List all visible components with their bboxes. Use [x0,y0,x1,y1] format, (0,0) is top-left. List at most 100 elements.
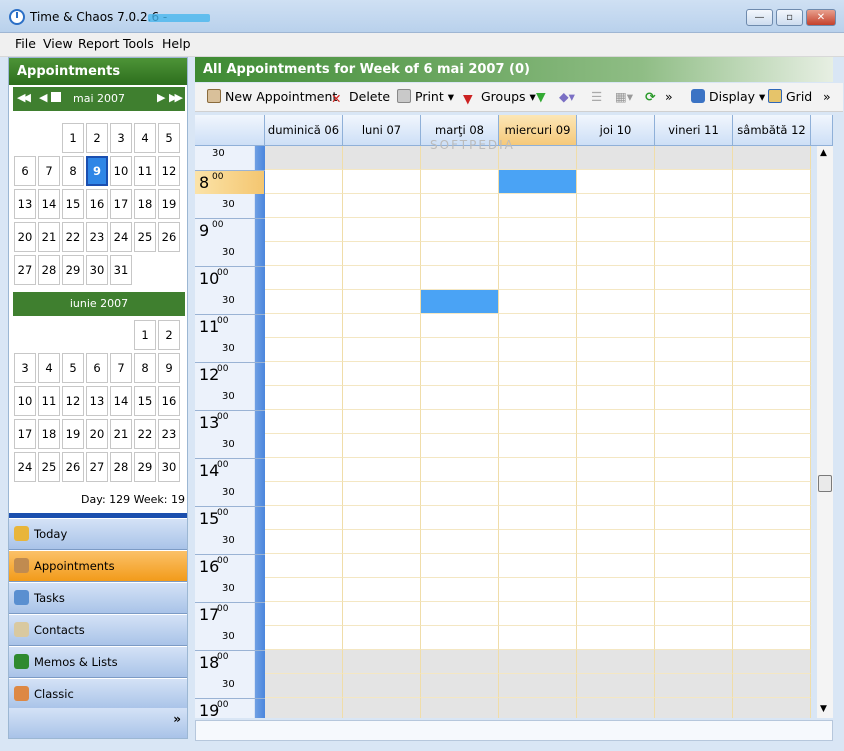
time-slot[interactable] [733,626,811,650]
time-slot[interactable] [421,482,499,506]
time-slot[interactable] [265,146,343,170]
time-slot[interactable] [577,602,655,626]
calendar-day[interactable]: 16 [158,386,180,416]
time-slot[interactable] [499,458,577,482]
time-slot[interactable] [343,578,421,602]
nav-item-appointments[interactable]: Appointments [9,551,187,582]
calendar-day[interactable]: 13 [86,386,108,416]
time-slot[interactable] [421,506,499,530]
new-appointment-button[interactable]: New Appointment [207,89,337,104]
time-slot[interactable] [421,170,499,194]
calendar-day[interactable]: 21 [38,222,60,252]
menu-file[interactable]: File [15,36,36,51]
time-slot[interactable] [655,170,733,194]
time-slot[interactable] [499,314,577,338]
time-slot[interactable] [655,362,733,386]
calendar-day[interactable]: 18 [38,419,60,449]
time-slot[interactable] [577,386,655,410]
day-column-header[interactable]: luni 07 [343,115,421,146]
time-slot[interactable] [577,242,655,266]
calendar-day[interactable]: 27 [86,452,108,482]
time-slot[interactable] [499,482,577,506]
calendar-day[interactable]: 30 [86,255,108,285]
time-slot[interactable] [265,314,343,338]
time-slot[interactable] [343,146,421,170]
time-slot[interactable] [421,650,499,674]
time-slot[interactable] [265,458,343,482]
toolbar-overflow-icon[interactable]: » [665,89,673,104]
time-slot[interactable] [265,530,343,554]
time-slot[interactable] [499,194,577,218]
time-slot[interactable] [655,506,733,530]
time-slot[interactable] [577,314,655,338]
filter-icon[interactable]: ▼ [536,89,546,104]
time-slot[interactable] [421,674,499,698]
nav-item-contacts[interactable]: Contacts [9,615,187,646]
menu-tools[interactable]: Tools [123,36,154,51]
calendar-day[interactable]: 5 [158,123,180,153]
time-slot[interactable] [265,338,343,362]
selection-block[interactable] [499,170,576,193]
calendar-day[interactable]: 26 [62,452,84,482]
time-slot[interactable] [265,218,343,242]
time-slot[interactable] [499,578,577,602]
calendar-day[interactable]: 28 [38,255,60,285]
calendar-day[interactable]: 9 [86,156,108,186]
calendar-day[interactable]: 2 [158,320,180,350]
time-slot[interactable] [733,338,811,362]
calendar-day[interactable]: 28 [110,452,132,482]
time-slot[interactable] [655,242,733,266]
calendar-day[interactable]: 31 [110,255,132,285]
time-slot[interactable] [265,410,343,434]
calendar-day[interactable]: 1 [134,320,156,350]
time-slot[interactable] [655,554,733,578]
time-slot[interactable] [733,674,811,698]
time-slot[interactable] [265,194,343,218]
calendar-day[interactable]: 7 [110,353,132,383]
time-slot[interactable] [343,434,421,458]
time-slot[interactable] [343,386,421,410]
time-slot[interactable] [265,266,343,290]
columns-icon[interactable]: ▦▾ [615,89,633,104]
time-slot[interactable] [577,290,655,314]
time-slot[interactable] [421,458,499,482]
time-slot[interactable] [265,698,343,718]
time-slot[interactable] [655,290,733,314]
scroll-down-icon[interactable]: ▼ [820,704,827,714]
time-slot[interactable] [343,674,421,698]
nav-item-tasks[interactable]: Tasks [9,583,187,614]
calendar-day[interactable]: 19 [158,189,180,219]
time-slot[interactable] [343,650,421,674]
groups-button[interactable]: ▼ Groups ▾ [463,89,536,106]
time-slot[interactable] [499,386,577,410]
nav-expand-chevron-icon[interactable]: » [9,708,187,738]
time-slot[interactable] [421,698,499,718]
week-grid[interactable] [265,146,811,718]
calendar-day[interactable]: 27 [14,255,36,285]
time-slot[interactable] [421,578,499,602]
time-slot[interactable] [499,338,577,362]
day-column-header[interactable]: joi 10 [577,115,655,146]
time-slot[interactable] [733,194,811,218]
time-slot[interactable] [577,674,655,698]
calendar-day[interactable]: 12 [62,386,84,416]
calendar-day[interactable]: 7 [38,156,60,186]
refresh-icon[interactable]: ⟳ [645,89,655,104]
scroll-thumb[interactable] [818,475,832,492]
time-slot[interactable] [499,554,577,578]
calendar-day[interactable]: 23 [86,222,108,252]
nav-item-today[interactable]: Today [9,519,187,550]
calendar-day[interactable]: 8 [62,156,84,186]
calendar-day[interactable]: 25 [38,452,60,482]
time-slot[interactable] [265,626,343,650]
time-slot[interactable] [499,602,577,626]
time-slot[interactable] [343,410,421,434]
time-slot[interactable] [265,170,343,194]
calendar-day[interactable]: 22 [62,222,84,252]
calendar-day[interactable]: 29 [134,452,156,482]
time-slot[interactable] [577,530,655,554]
calendar-day[interactable]: 19 [62,419,84,449]
calendar-day[interactable]: 4 [38,353,60,383]
time-slot[interactable] [733,650,811,674]
time-slot[interactable] [577,338,655,362]
